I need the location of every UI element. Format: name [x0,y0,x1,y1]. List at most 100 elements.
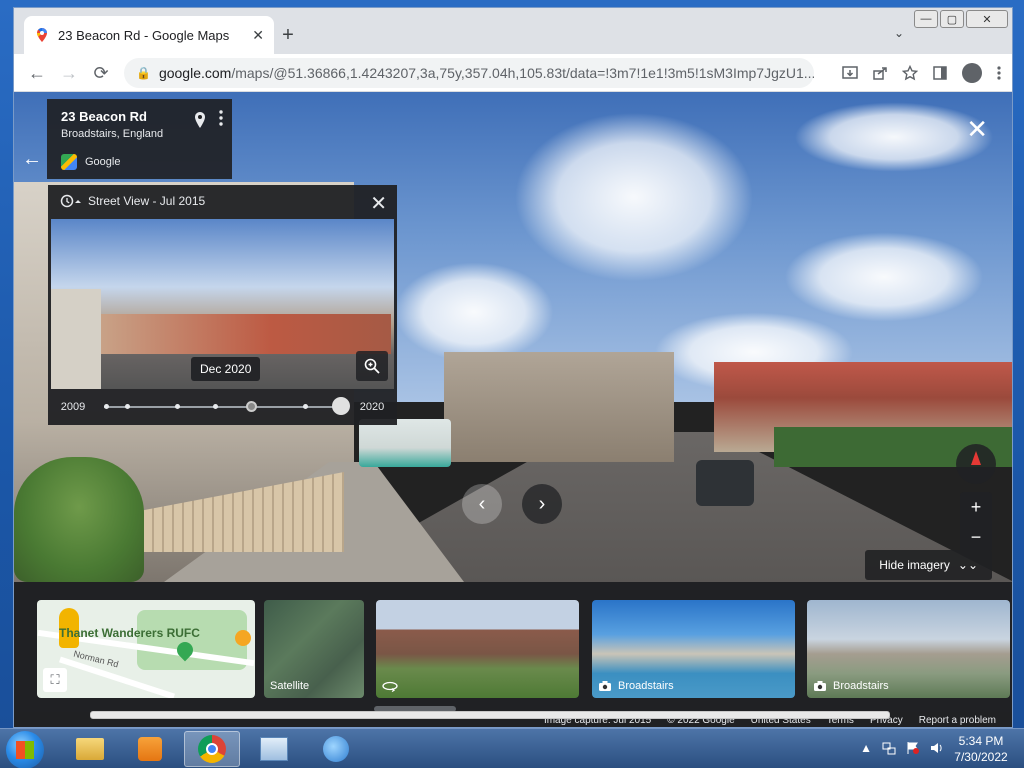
slider-tick[interactable] [303,404,309,409]
browser-toolbar: ← → ⟳ 🔒 google.com/maps/@51.36866,1.4243… [14,54,1012,92]
bookmark-star-icon[interactable] [902,65,918,81]
network-icon[interactable] [882,741,896,755]
chevron-double-down-icon: ⌄⌄ [957,558,978,572]
photo-thumbnail-broadstairs[interactable]: Broadstairs [592,600,795,698]
hide-imagery-label: Hide imagery [879,558,950,572]
cloud [514,112,754,282]
slider-tick[interactable] [125,404,131,409]
compass-button[interactable] [956,444,996,484]
taskbar-network[interactable] [308,731,364,767]
forward-button[interactable]: → [58,62,80,84]
next-arrow-button[interactable]: › [522,484,562,524]
slider-tick-hovered[interactable] [246,401,258,412]
photo-caption: Broadstairs [618,680,674,692]
url-text: google.com/maps/@51.36866,1.4243207,3a,7… [159,65,814,81]
back-arrow-icon[interactable]: ← [22,148,42,171]
zoom-in-icon [364,358,380,374]
previous-arrow-button[interactable]: ‹ [462,484,502,524]
lock-icon[interactable]: 🔒 [136,66,151,80]
date-tooltip: Dec 2020 [191,357,261,381]
volume-icon[interactable] [930,741,944,755]
slider-tick[interactable] [213,404,219,409]
source-label: Google [85,156,121,168]
street-view-thumbnail[interactable] [376,600,579,698]
cloud [394,262,554,362]
minimize-button[interactable]: — [914,10,938,28]
satellite-thumbnail[interactable]: Satellite [264,600,364,698]
panorama-bus [359,419,451,467]
compass-needle-icon [971,451,981,465]
place-locality: Broadstairs, England [61,128,164,140]
window-controls: — ▢ ✕ [912,10,1008,28]
window-horizontal-scrollbar[interactable] [90,711,890,719]
taskbar-media-player[interactable] [122,731,178,767]
tab-google-maps[interactable]: 23 Beacon Rd - Google Maps ✕ [24,16,274,54]
map-place-label: Thanet Wanderers RUFC [59,626,200,640]
start-button[interactable] [6,731,44,768]
expand-map-icon[interactable]: ⛶ [43,668,67,692]
slider-start-year: 2009 [60,401,86,413]
address-bar[interactable]: 🔒 google.com/maps/@51.36866,1.4243207,3a… [124,58,814,88]
media-player-icon [138,737,162,761]
browser-window: 23 Beacon Rd - Google Maps ✕ + ⌄ — ▢ ✕ ←… [13,7,1013,728]
control-panel-icon [260,737,288,761]
url-host: google.com [158,65,232,81]
taskbar-control-panel[interactable] [246,731,302,767]
windows-logo-icon [16,741,34,759]
timeline-close-icon[interactable]: ✕ [370,191,387,216]
slider-thumb[interactable] [332,397,350,415]
history-clock-icon [60,194,81,208]
preview-houses [91,314,391,354]
clock[interactable]: 5:34 PM 7/30/2022 [946,733,1016,765]
reload-button[interactable]: ⟳ [90,62,112,84]
slider-end-year: 2020 [359,401,385,413]
zoom-in-button[interactable]: + [971,497,982,518]
action-center-flag-icon[interactable] [906,741,920,755]
google-maps-logo-icon [61,154,77,170]
slider-tick[interactable] [104,404,109,409]
map-thumbnail[interactable]: Thanet Wanderers RUFC Norman Rd ⛶ [37,600,255,698]
close-street-view-icon[interactable]: ✕ [966,114,988,145]
taskbar-chrome[interactable] [184,731,240,767]
taskbar-explorer[interactable] [62,731,118,767]
imagery-strip: Thanet Wanderers RUFC Norman Rd ⛶ Satell… [14,582,1012,727]
more-menu-icon[interactable] [996,65,1002,81]
timeline-panel: Street View - Jul 2015 ✕ Dec 2020 2009 2… [48,185,397,425]
globe-icon [323,736,349,762]
install-app-icon[interactable] [842,65,858,81]
side-panel-icon[interactable] [932,65,948,81]
timeline-slider[interactable]: 2009 2020 [48,389,397,425]
new-tab-button[interactable]: + [276,24,300,47]
report-problem-link[interactable]: Report a problem [919,715,996,726]
photo-thumbnail-broadstairs-2[interactable]: Broadstairs [807,600,1010,698]
system-tray: ▲ [860,741,944,755]
photo-label: Broadstairs [813,680,889,692]
slider-track[interactable] [104,397,350,415]
more-options-icon[interactable] [218,109,224,127]
show-hidden-icons-icon[interactable]: ▲ [860,741,872,755]
street-view[interactable]: ← ✕ 23 Beacon Rd Broadstairs, England Go… [14,92,1012,727]
timeline-header[interactable]: Street View - Jul 2015 ✕ [48,185,397,217]
taskbar: ▲ 5:34 PM 7/30/2022 [0,728,1024,768]
tab-close-icon[interactable]: ✕ [252,27,264,44]
camera-icon [814,681,826,691]
photo-label: Broadstairs [598,680,674,692]
clock-time: 5:34 PM [958,734,1004,748]
slider-tick[interactable] [175,404,181,409]
timeline-preview-image[interactable]: Dec 2020 [51,219,394,389]
hide-imagery-button[interactable]: Hide imagery ⌄⌄ [865,550,992,580]
profile-avatar-icon[interactable] [962,63,982,83]
satellite-label: Satellite [270,680,310,692]
preview-zoom-button[interactable] [356,351,388,381]
tab-search-icon[interactable]: ⌄ [894,26,904,40]
cloud [784,232,984,322]
zoom-out-button[interactable]: − [971,527,982,548]
chrome-icon [198,735,226,763]
window-close-button[interactable]: ✕ [966,10,1008,28]
tab-title: 23 Beacon Rd - Google Maps [58,27,230,43]
maximize-button[interactable]: ▢ [940,10,964,28]
back-button[interactable]: ← [26,62,48,84]
location-pin-icon[interactable] [194,111,206,129]
360-icon [382,681,398,692]
share-icon[interactable] [872,65,888,81]
